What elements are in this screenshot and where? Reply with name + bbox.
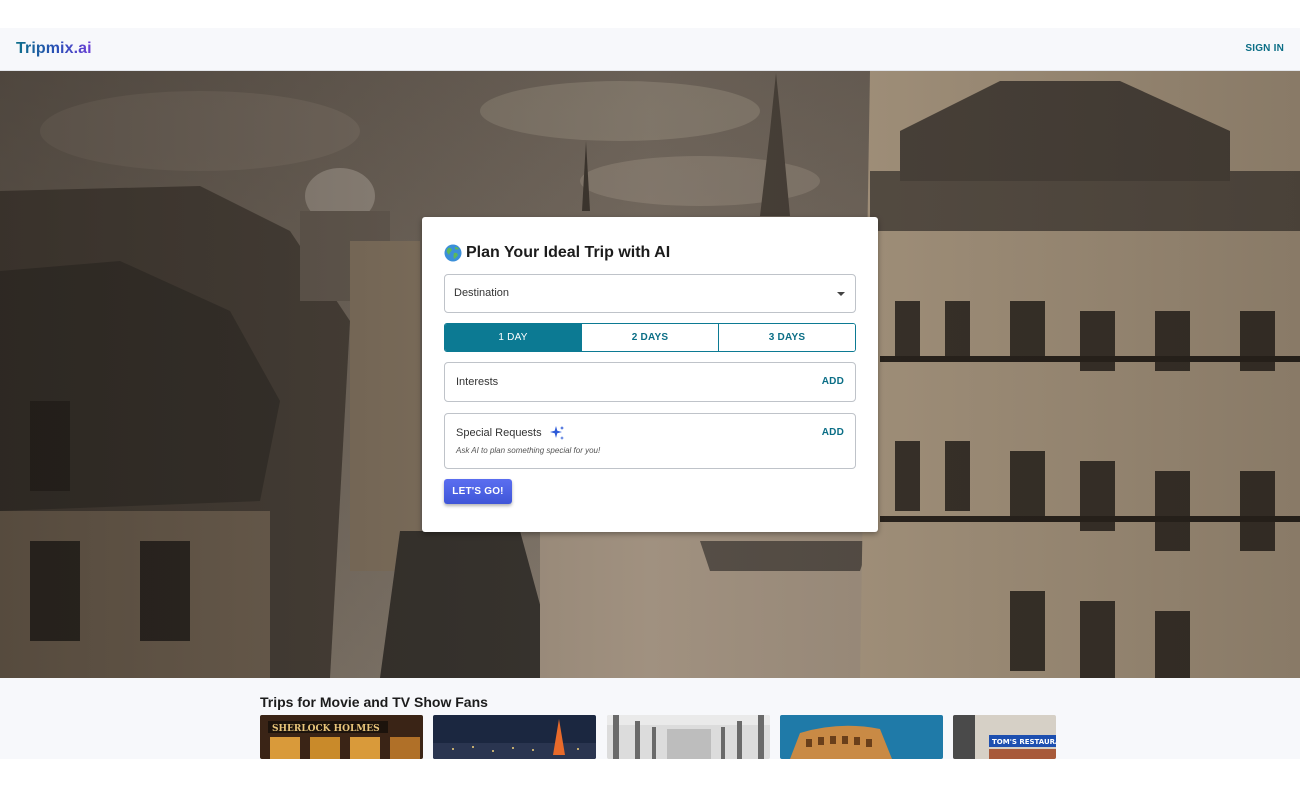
day-option-2[interactable]: 2 DAYS: [582, 324, 719, 351]
interests-field: Interests ADD: [444, 362, 856, 402]
special-requests-field: Special Requests Ask AI to plan somethin…: [444, 413, 856, 469]
movie-tv-trips-section: Trips for Movie and TV Show Fans SHERLOC…: [0, 678, 1300, 759]
special-requests-hint: Ask AI to plan something special for you…: [456, 446, 601, 455]
thumbnail-bridge[interactable]: [607, 715, 770, 759]
trip-planner-card: Plan Your Ideal Trip with AI Destination…: [422, 217, 878, 532]
thumbnail-colosseum[interactable]: [780, 715, 943, 759]
day-option-3[interactable]: 3 DAYS: [719, 324, 855, 351]
sign-in-link[interactable]: SIGN IN: [1245, 43, 1284, 54]
planner-title: Plan Your Ideal Trip with AI: [444, 244, 670, 262]
planner-title-text: Plan Your Ideal Trip with AI: [466, 244, 671, 261]
colosseum-image: [780, 715, 943, 759]
sherlock-pub-image: SHERLOCK HOLMES: [260, 715, 423, 759]
interests-label: Interests: [456, 376, 499, 388]
day-option-1[interactable]: 1 DAY: [445, 324, 582, 351]
special-requests-label: Special Requests: [456, 427, 542, 439]
tokyo-tower-image: [433, 715, 596, 759]
bridge-colonnade-image: [607, 715, 770, 759]
destination-select[interactable]: Destination: [444, 274, 856, 313]
interests-add-button[interactable]: ADD: [822, 376, 844, 387]
top-navbar: Tripmix.ai SIGN IN: [0, 28, 1300, 71]
lets-go-button[interactable]: LET'S GO!: [444, 479, 512, 504]
pub-sign-text: SHERLOCK HOLMES: [272, 724, 380, 734]
day-toggle-group: 1 DAY 2 DAYS 3 DAYS: [444, 323, 856, 352]
special-requests-add-button[interactable]: ADD: [822, 427, 844, 438]
chevron-down-icon: [837, 292, 845, 296]
diner-sign-text: TOM'S RESTAURANT: [992, 738, 1056, 746]
thumbnail-tokyo-tower[interactable]: [433, 715, 596, 759]
logo[interactable]: Tripmix.ai: [16, 40, 92, 58]
sparkle-icon: [550, 426, 564, 440]
thumbnail-diner[interactable]: TOM'S RESTAURANT: [953, 715, 1056, 759]
diner-image: TOM'S RESTAURANT: [953, 715, 1056, 759]
page: Tripmix.ai SIGN IN Plan Your Ideal Trip …: [0, 0, 1300, 788]
section-title: Trips for Movie and TV Show Fans: [260, 694, 488, 710]
destination-label: Destination: [454, 287, 510, 299]
globe-icon: [444, 244, 462, 262]
thumbnail-sherlock-pub[interactable]: SHERLOCK HOLMES: [260, 715, 423, 759]
